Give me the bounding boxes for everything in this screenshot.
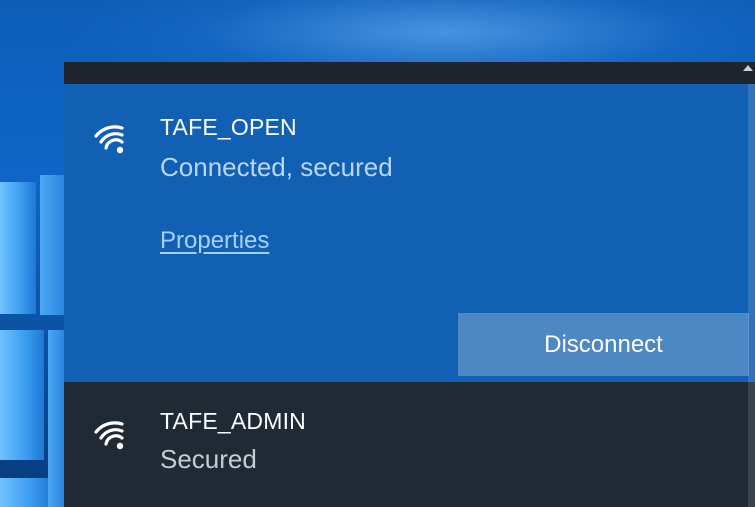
scrollbar[interactable]: [748, 84, 755, 507]
properties-link[interactable]: Properties: [160, 227, 269, 255]
windows-logo-pane-top: [0, 182, 36, 314]
wifi-icon: [94, 421, 124, 450]
windows-logo-pane-bottom: [0, 478, 52, 507]
network-status: Secured: [160, 444, 257, 474]
network-name: TAFE_ADMIN: [160, 408, 306, 434]
windows-logo-pane-right-top: [40, 175, 64, 315]
windows-logo-pane-right-bottom: [48, 330, 64, 507]
network-name: TAFE_OPEN: [160, 114, 297, 140]
flyout-top-bar: [64, 62, 755, 84]
windows-logo-pane-middle: [0, 330, 44, 460]
network-flyout: TAFE_OPEN Connected, secured Properties …: [64, 62, 755, 507]
disconnect-button[interactable]: Disconnect: [458, 313, 749, 376]
wifi-icon: [94, 125, 124, 154]
network-item-connected[interactable]: TAFE_OPEN Connected, secured Properties …: [64, 84, 755, 382]
desktop-background: TAFE_OPEN Connected, secured Properties …: [0, 0, 755, 507]
network-status: Connected, secured: [160, 152, 393, 182]
scroll-up-arrow-icon[interactable]: [743, 65, 753, 71]
network-item[interactable]: TAFE_ADMIN Secured: [64, 382, 755, 507]
